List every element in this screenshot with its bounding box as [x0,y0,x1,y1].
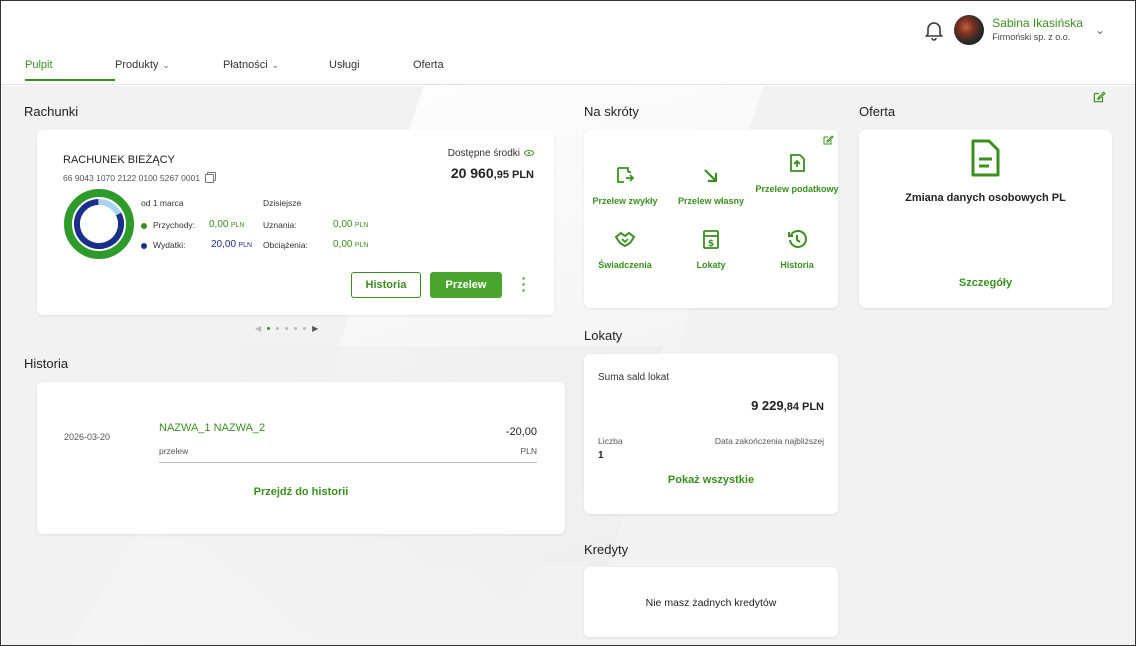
offer-title: Oferta [859,104,896,119]
next-arrow-icon[interactable]: ▶ [312,324,318,333]
eye-icon[interactable] [524,150,534,157]
credits-value: 0,00 PLN [333,219,369,230]
income-value: 0,00 PLN [209,219,245,230]
offer-details-link[interactable]: Szczegóły [859,277,1112,289]
user-menu[interactable]: Sabina Ikasińska Firmoński sp. z o.o. ⌄ [922,15,1105,45]
top-bar: Sabina Ikasińska Firmoński sp. z o.o. ⌄ … [1,1,1135,85]
history-card: 2026-03-20 NAZWA_1 NAZWA_2 przelew -20,0… [37,382,565,534]
income-dot-icon [141,222,147,229]
document-icon [971,139,1000,177]
shortcut-tax-transfer[interactable]: Przelew podatkowy [752,152,842,194]
nav-produkty[interactable]: Produkty ⌄ [115,59,223,81]
chevron-down-icon: ⌄ [271,60,280,70]
go-to-history-link[interactable]: Przejdź do historii [37,486,565,498]
deposits-sum-label: Suma sald lokat [598,372,670,383]
income-row: Przychody: [141,220,195,230]
arrow-down-right-icon [704,169,718,183]
history-type: przelew [159,446,189,456]
pager-dot[interactable] [276,327,280,330]
deposits-count-label: Liczba [598,436,623,446]
accounts-title: Rachunki [24,104,79,119]
handshake-icon [614,231,636,248]
user-info[interactable]: Sabina Ikasińska Firmoński sp. z o.o. [992,16,1083,44]
pager-dot[interactable] [267,327,271,330]
chevron-down-icon[interactable]: ⌄ [1095,23,1105,37]
pager-dot[interactable] [303,327,307,330]
deposits-nearest-end-label: Data zakończenia najbliższej [714,436,824,446]
expense-value: 20,00 PLN [211,239,253,250]
shortcuts-title: Na skróty [584,104,639,119]
edit-icon[interactable] [1092,90,1106,104]
nav-platnosci[interactable]: Płatności ⌄ [223,59,329,81]
history-title: Historia [24,356,69,371]
shortcut-regular-transfer[interactable]: Przelew zwykły [580,164,670,206]
svg-text:$: $ [708,239,714,249]
bell-icon[interactable] [922,18,946,42]
shortcut-own-transfer[interactable]: Przelew własny [666,164,756,206]
period-label: od 1 marca [141,198,184,208]
history-date: 2026-03-20 [64,432,111,442]
history-counterparty[interactable]: NAZWA_1 NAZWA_2 [159,422,265,434]
today-label: Dzisiejsze [263,198,302,208]
offer-card: Zmiana danych osobowych PL Szczegóły [859,130,1112,308]
offer-item-title: Zmiana danych osobowych PL [905,192,1066,204]
history-currency: PLN [520,446,537,456]
deposits-sum-value: 9 229,84 PLN [751,398,824,413]
expense-dot-icon [141,242,147,249]
balance-donut-chart [64,189,134,259]
divider [159,462,537,463]
avatar[interactable] [954,15,985,45]
shortcut-deposits[interactable]: $ Lokaty [666,228,756,270]
history-button[interactable]: Historia [351,272,421,298]
safe-dollar-icon: $ [703,230,719,249]
document-upload-icon [790,154,805,172]
pager-dot[interactable] [285,327,289,330]
account-name: RACHUNEK BIEŻĄCY [63,154,175,166]
nav-oferta[interactable]: Oferta [413,59,473,81]
deposits-title: Lokaty [584,328,623,343]
account-card: RACHUNEK BIEŻĄCY 66 9043 1070 2122 0100 … [37,130,554,315]
account-pager: ◀ ▶ [255,324,318,333]
debits-value: 0,00 PLN [333,239,369,250]
deposits-card: Suma sald lokat 9 229,84 PLN Liczba 1 Da… [584,354,838,514]
chevron-down-icon: ⌄ [162,60,170,70]
nav-pulpit[interactable]: Pulpit [25,59,115,81]
pager-dot[interactable] [294,327,298,330]
history-clock-icon [788,230,807,248]
credits-card: Nie masz żadnych kredytów [584,567,838,637]
shortcut-history[interactable]: Historia [752,228,842,270]
history-amount: -20,00 [505,426,537,438]
no-credits-message: Nie masz żadnych kredytów [645,597,777,609]
transfer-button[interactable]: Przelew [430,272,502,298]
main-nav: Pulpit Produkty ⌄ Płatności ⌄ Usługi Ofert… [25,59,473,81]
nav-uslugi[interactable]: Usługi [329,59,413,81]
company-name: Firmoński sp. z o.o. [992,32,1071,42]
more-options-icon[interactable]: · · · [521,271,527,297]
deposits-count-value: 1 [598,450,604,461]
copy-icon[interactable] [205,174,215,184]
expense-row: Wydatki: [141,240,186,250]
available-funds-value: 20 960,95 PLN [450,165,534,181]
account-number: 66 9043 1070 2122 0100 5267 0001 [63,173,215,184]
shortcut-benefits[interactable]: Świadczenia [580,228,670,270]
credits-title: Kredyty [584,542,629,557]
available-funds-label: Dostępne środki [448,148,534,159]
credits-label: Uznania: [263,220,297,230]
shortcuts-card: Przelew zwykły Przelew własny Przelew po… [584,130,839,308]
transfer-icon [617,167,635,183]
user-name[interactable]: Sabina Ikasińska [992,16,1083,30]
show-all-deposits-link[interactable]: Pokaż wszystkie [584,474,838,486]
edit-icon[interactable] [822,134,834,146]
app-window: Sabina Ikasińska Firmoński sp. z o.o. ⌄ … [0,0,1136,646]
prev-arrow-icon[interactable]: ◀ [255,324,261,333]
debits-label: Obciążenia: [263,240,308,250]
